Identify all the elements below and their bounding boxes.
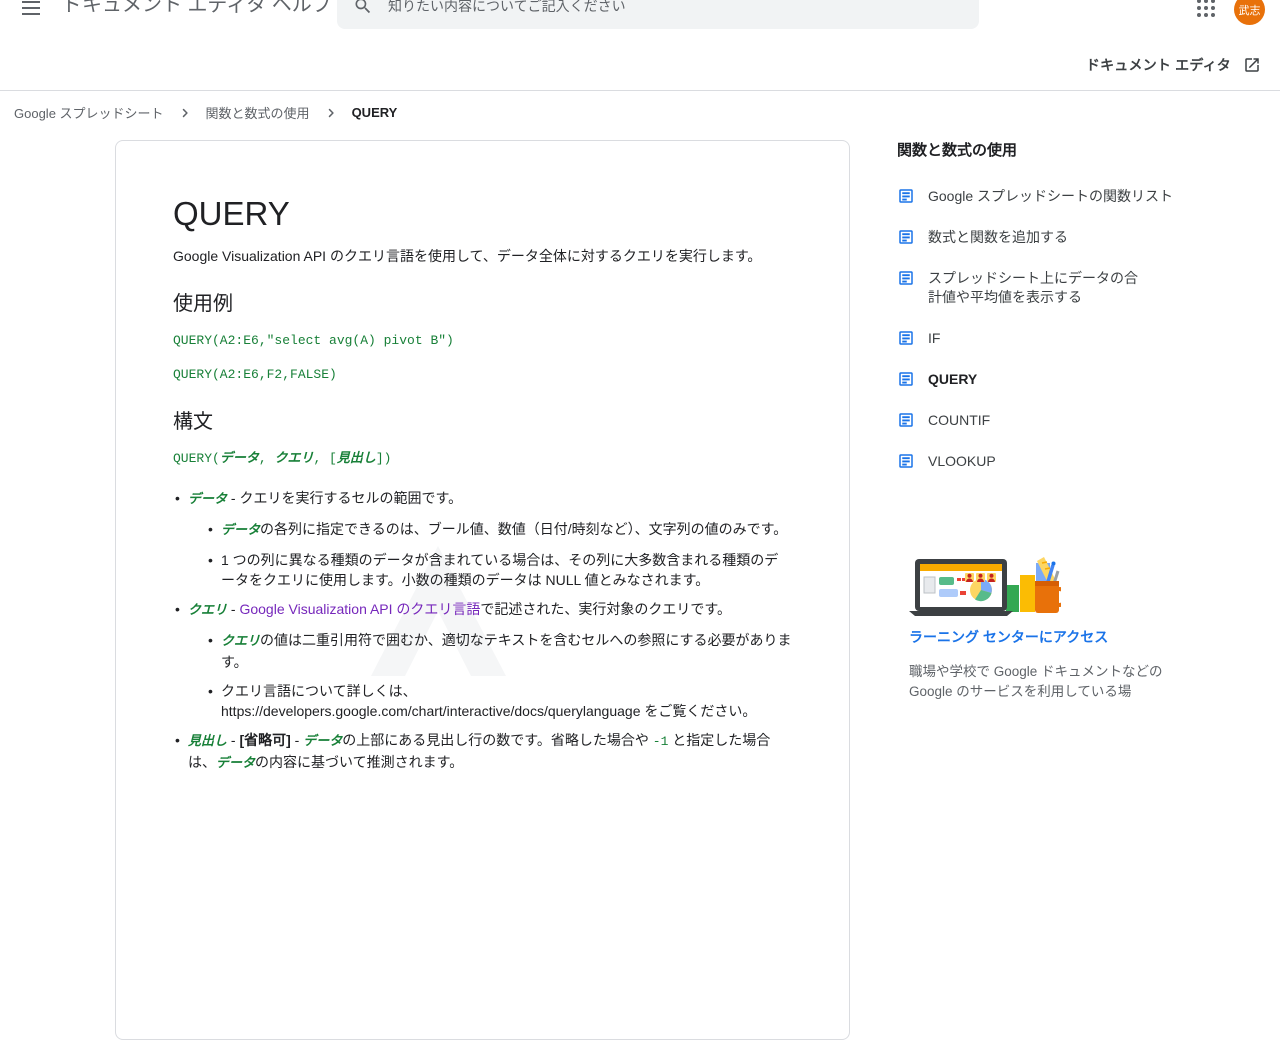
chevron-right-icon (322, 104, 340, 122)
search-icon (355, 0, 371, 14)
sidebar-item-function-list[interactable]: Google スプレッドシートの関数リスト (897, 187, 1177, 206)
product-link[interactable]: ドキュメント エディタ (1086, 55, 1261, 75)
sidebar-item-countif[interactable]: COUNTIF (897, 411, 1177, 430)
article-icon (899, 331, 913, 345)
article-icon (899, 189, 913, 203)
app-title[interactable]: ドキュメント エディタ ヘルプ (62, 0, 332, 18)
list-item: データ - クエリを実行するセルの範囲です。 データの各列に指定できるのは、ブー… (173, 488, 792, 590)
article-icon (899, 413, 913, 427)
breadcrumb: Google スプレッドシート 関数と数式の使用 QUERY (14, 103, 397, 122)
breadcrumb-item-sheets[interactable]: Google スプレッドシート (14, 103, 164, 122)
product-link-label: ドキュメント エディタ (1085, 57, 1231, 73)
example-code: QUERY(A2:E6,"select avg(A) pivot B") (173, 333, 454, 348)
function-description: Google Visualization API のクエリ言語を使用して、データ… (173, 248, 762, 264)
sidebar-item-if[interactable]: IF (897, 329, 1177, 348)
query-language-link[interactable]: Google Visualization API のクエリ言語 (239, 601, 480, 617)
article-icon (899, 454, 913, 468)
usage-heading: 使用例 (173, 293, 233, 315)
google-apps-icon[interactable] (1197, 0, 1215, 17)
syntax-code: QUERY(データ, クエリ, [見出し]) (173, 451, 392, 466)
header-divider (0, 90, 1280, 91)
article-card: QUERY Google Visualization API のクエリ言語を使用… (115, 140, 850, 1040)
page-title: QUERY (173, 195, 290, 232)
sidebar-item-add-formulas[interactable]: 数式と関数を追加する (897, 228, 1177, 247)
sidebar-item-totals-averages[interactable]: スプレッドシート上にデータの合計値や平均値を表示する (897, 269, 1177, 307)
article-icon (899, 230, 913, 244)
article-icon (899, 271, 913, 285)
syntax-heading: 構文 (173, 411, 213, 433)
avatar[interactable]: 武志 (1234, 0, 1265, 25)
article-icon (899, 372, 913, 386)
list-item: 1 つの列に異なる種類のデータが含まれている場合は、その列に大多数含まれる種類の… (206, 550, 792, 590)
open-in-new-icon (1245, 58, 1259, 72)
main-menu-icon[interactable] (22, 1, 40, 17)
list-item: クエリ言語について詳しくは、https://developers.google.… (206, 681, 792, 721)
list-item: クエリの値は二重引用符で囲むか、適切なテキストを含むセルへの参照にする必要があり… (206, 630, 792, 672)
breadcrumb-item-current: QUERY (351, 105, 398, 120)
learning-center-promo: ラーニング センターにアクセス 職場や学校で Google ドキュメントなどの … (909, 555, 1181, 702)
chevron-right-icon (176, 104, 194, 122)
sidebar-heading: 関数と数式の使用 (897, 142, 1018, 159)
search-bar[interactable] (337, 0, 979, 29)
learning-center-illustration (909, 557, 1069, 616)
search-input[interactable] (386, 0, 950, 15)
related-articles-sidebar: 関数と数式の使用 Google スプレッドシートの関数リスト 数式と関数を追加す… (897, 139, 1177, 493)
learning-center-blurb: 職場や学校で Google ドキュメントなどの Google のサービスを利用し… (909, 664, 1163, 699)
learning-center-link[interactable]: ラーニング センターにアクセス (909, 627, 1181, 647)
argument-list: データ - クエリを実行するセルの範囲です。 データの各列に指定できるのは、ブー… (173, 488, 792, 774)
list-item: 見出し - [省略可] - データの上部にある見出し行の数です。省略した場合や … (173, 730, 792, 774)
list-item: クエリ - Google Visualization API のクエリ言語で記述… (173, 599, 792, 721)
list-item: データの各列に指定できるのは、ブール値、数値（日付/時刻など）、文字列の値のみで… (206, 519, 792, 541)
breadcrumb-item-functions[interactable]: 関数と数式の使用 (206, 103, 310, 122)
example-code: QUERY(A2:E6,F2,FALSE) (173, 367, 337, 382)
sidebar-item-vlookup[interactable]: VLOOKUP (897, 452, 1177, 471)
sidebar-item-query[interactable]: QUERY (897, 370, 1177, 389)
